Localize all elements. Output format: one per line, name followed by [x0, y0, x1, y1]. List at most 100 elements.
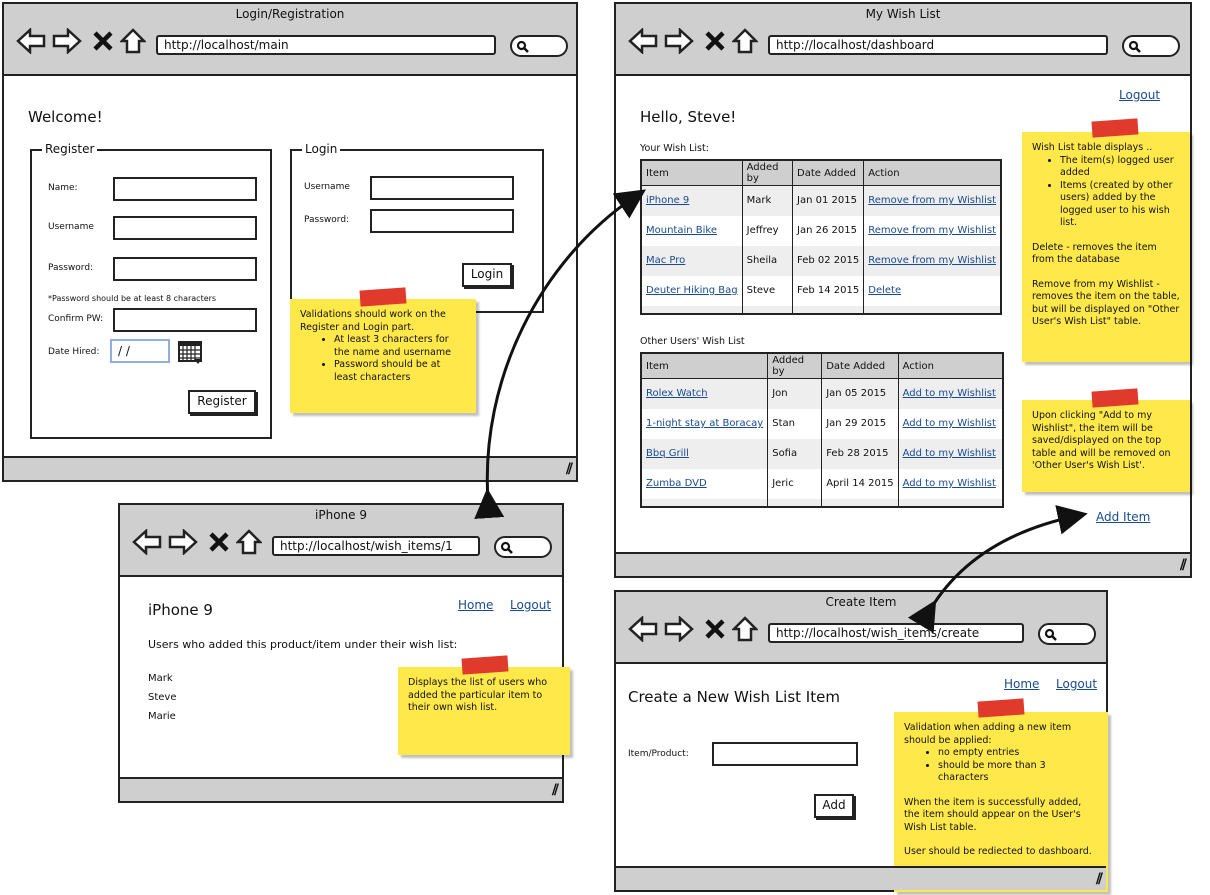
- back-icon[interactable]: [628, 28, 658, 54]
- search-icon: [1128, 40, 1141, 53]
- add-to-wishlist-link[interactable]: Add to my Wishlist: [903, 478, 996, 489]
- resize-grip-icon[interactable]: //: [1096, 871, 1103, 887]
- url-input[interactable]: http://localhost/wish_items/create: [768, 623, 1024, 643]
- note-item: Password should be at least characters: [334, 359, 466, 384]
- tape: [1091, 118, 1139, 138]
- table-footer: [640, 498, 1004, 507]
- resize-grip-icon[interactable]: //: [552, 782, 559, 798]
- home-link[interactable]: Home: [458, 598, 493, 612]
- home-link[interactable]: Home: [1004, 677, 1039, 691]
- search-icon: [516, 40, 529, 53]
- stop-icon[interactable]: [92, 30, 114, 52]
- col-date: Date Added: [792, 159, 865, 186]
- home-icon[interactable]: [732, 616, 758, 642]
- table-header: Item Added by Date Added Action: [640, 352, 1004, 379]
- col-added-by: Added by: [741, 159, 794, 186]
- item-link[interactable]: Bbq Grill: [646, 448, 689, 459]
- create-window: Create Item http://localhost/wish_items/…: [614, 590, 1108, 892]
- add-to-wishlist-link[interactable]: Add to my Wishlist: [903, 448, 996, 459]
- item-link[interactable]: Mac Pro: [646, 255, 685, 266]
- users-subheading: Users who added this product/item under …: [148, 638, 458, 651]
- table-row: Mac Pro Sheila Feb 02 2015 Remove from m…: [640, 245, 1002, 276]
- date-cell: April 14 2015: [821, 468, 899, 499]
- confirm-input[interactable]: [113, 308, 257, 332]
- table-row: Bbq Grill Sofia Feb 28 2015 Add to my Wi…: [640, 438, 1004, 469]
- add-to-wishlist-link[interactable]: Add to my Wishlist: [903, 388, 996, 399]
- note-intro: Wish List table displays ..: [1032, 142, 1153, 153]
- resize-grip-icon[interactable]: //: [1180, 557, 1187, 573]
- date-input[interactable]: / /: [110, 339, 170, 363]
- item-product-input[interactable]: [712, 742, 858, 766]
- login-password-label: Password:: [304, 215, 350, 225]
- login-password-input[interactable]: [370, 209, 514, 233]
- username-label: Username: [48, 222, 94, 232]
- add-button[interactable]: Add: [814, 794, 854, 818]
- resize-grip-icon[interactable]: //: [566, 461, 573, 477]
- forward-icon[interactable]: [168, 529, 198, 555]
- add-item-link[interactable]: Add Item: [1096, 510, 1150, 524]
- wishlist-note: Wish List table displays .. The item(s) …: [1022, 118, 1190, 362]
- home-icon[interactable]: [120, 28, 146, 54]
- status-bar: //: [4, 456, 576, 480]
- back-icon[interactable]: [16, 28, 46, 54]
- home-icon[interactable]: [732, 28, 758, 54]
- date-cell: Feb 14 2015: [792, 275, 865, 306]
- col-item: Item: [640, 352, 769, 379]
- your-wishlist-table: Item Added by Date Added Action iPhone 9…: [640, 159, 1002, 315]
- back-icon[interactable]: [132, 529, 162, 555]
- item-link[interactable]: 1-night stay at Boracay: [646, 418, 763, 429]
- item-link[interactable]: Zumba DVD: [646, 478, 707, 489]
- url-input[interactable]: http://localhost/main: [156, 35, 496, 55]
- login-username-input[interactable]: [370, 176, 514, 200]
- search-box[interactable]: [1122, 35, 1180, 57]
- search-box[interactable]: [510, 35, 568, 57]
- remove-link[interactable]: Remove from my Wishlist: [868, 195, 996, 206]
- logout-link[interactable]: Logout: [1056, 677, 1097, 691]
- name-input[interactable]: [113, 177, 257, 201]
- item-note: Displays the list of users who added the…: [398, 655, 570, 755]
- date-cell: Jan 26 2015: [792, 215, 865, 246]
- search-icon: [1044, 628, 1057, 641]
- note-success: When the item is successfully added, the…: [904, 796, 1082, 833]
- password-input[interactable]: [113, 257, 257, 281]
- back-icon[interactable]: [628, 616, 658, 642]
- home-icon[interactable]: [236, 529, 262, 555]
- forward-icon[interactable]: [52, 28, 82, 54]
- item-link[interactable]: Rolex Watch: [646, 388, 708, 399]
- username-input[interactable]: [113, 216, 257, 240]
- title-bar: My Wish List http://localhost/dashboard: [616, 4, 1190, 76]
- user-list-item: Steve: [148, 692, 177, 703]
- stop-icon[interactable]: [704, 618, 726, 640]
- other-wishlist-table: Item Added by Date Added Action Rolex Wa…: [640, 352, 1004, 508]
- register-button[interactable]: Register: [188, 390, 256, 414]
- tape: [359, 287, 407, 307]
- forward-icon[interactable]: [664, 28, 694, 54]
- stop-icon[interactable]: [704, 30, 726, 52]
- item-product-label: Item/Product:: [628, 749, 689, 759]
- delete-link[interactable]: Delete: [868, 285, 901, 296]
- note-delete: Delete - removes the item from the datab…: [1032, 241, 1157, 266]
- forward-icon[interactable]: [664, 616, 694, 642]
- logout-link[interactable]: Logout: [510, 598, 551, 612]
- add-to-wishlist-link[interactable]: Add to my Wishlist: [903, 418, 996, 429]
- login-button[interactable]: Login: [462, 263, 512, 287]
- logout-link[interactable]: Logout: [1119, 88, 1160, 102]
- url-input[interactable]: http://localhost/dashboard: [768, 35, 1108, 55]
- calendar-icon[interactable]: [178, 339, 204, 365]
- item-link[interactable]: Mountain Bike: [646, 225, 717, 236]
- search-box[interactable]: [494, 536, 552, 558]
- table-header: Item Added by Date Added Action: [640, 159, 1002, 186]
- remove-link[interactable]: Remove from my Wishlist: [868, 255, 996, 266]
- other-list-label: Other Users' Wish List: [640, 336, 745, 347]
- added-by-cell: Jeric: [767, 468, 823, 499]
- status-bar: //: [616, 866, 1106, 890]
- search-box[interactable]: [1038, 623, 1096, 645]
- item-link[interactable]: iPhone 9: [646, 195, 689, 206]
- remove-link[interactable]: Remove from my Wishlist: [868, 225, 996, 236]
- url-input[interactable]: http://localhost/wish_items/1: [272, 536, 480, 556]
- stop-icon[interactable]: [208, 531, 230, 553]
- greeting-heading: Hello, Steve!: [640, 108, 737, 126]
- date-label: Date Hired:: [48, 347, 100, 357]
- added-by-cell: Sofia: [767, 438, 823, 469]
- item-link[interactable]: Deuter Hiking Bag: [646, 285, 738, 296]
